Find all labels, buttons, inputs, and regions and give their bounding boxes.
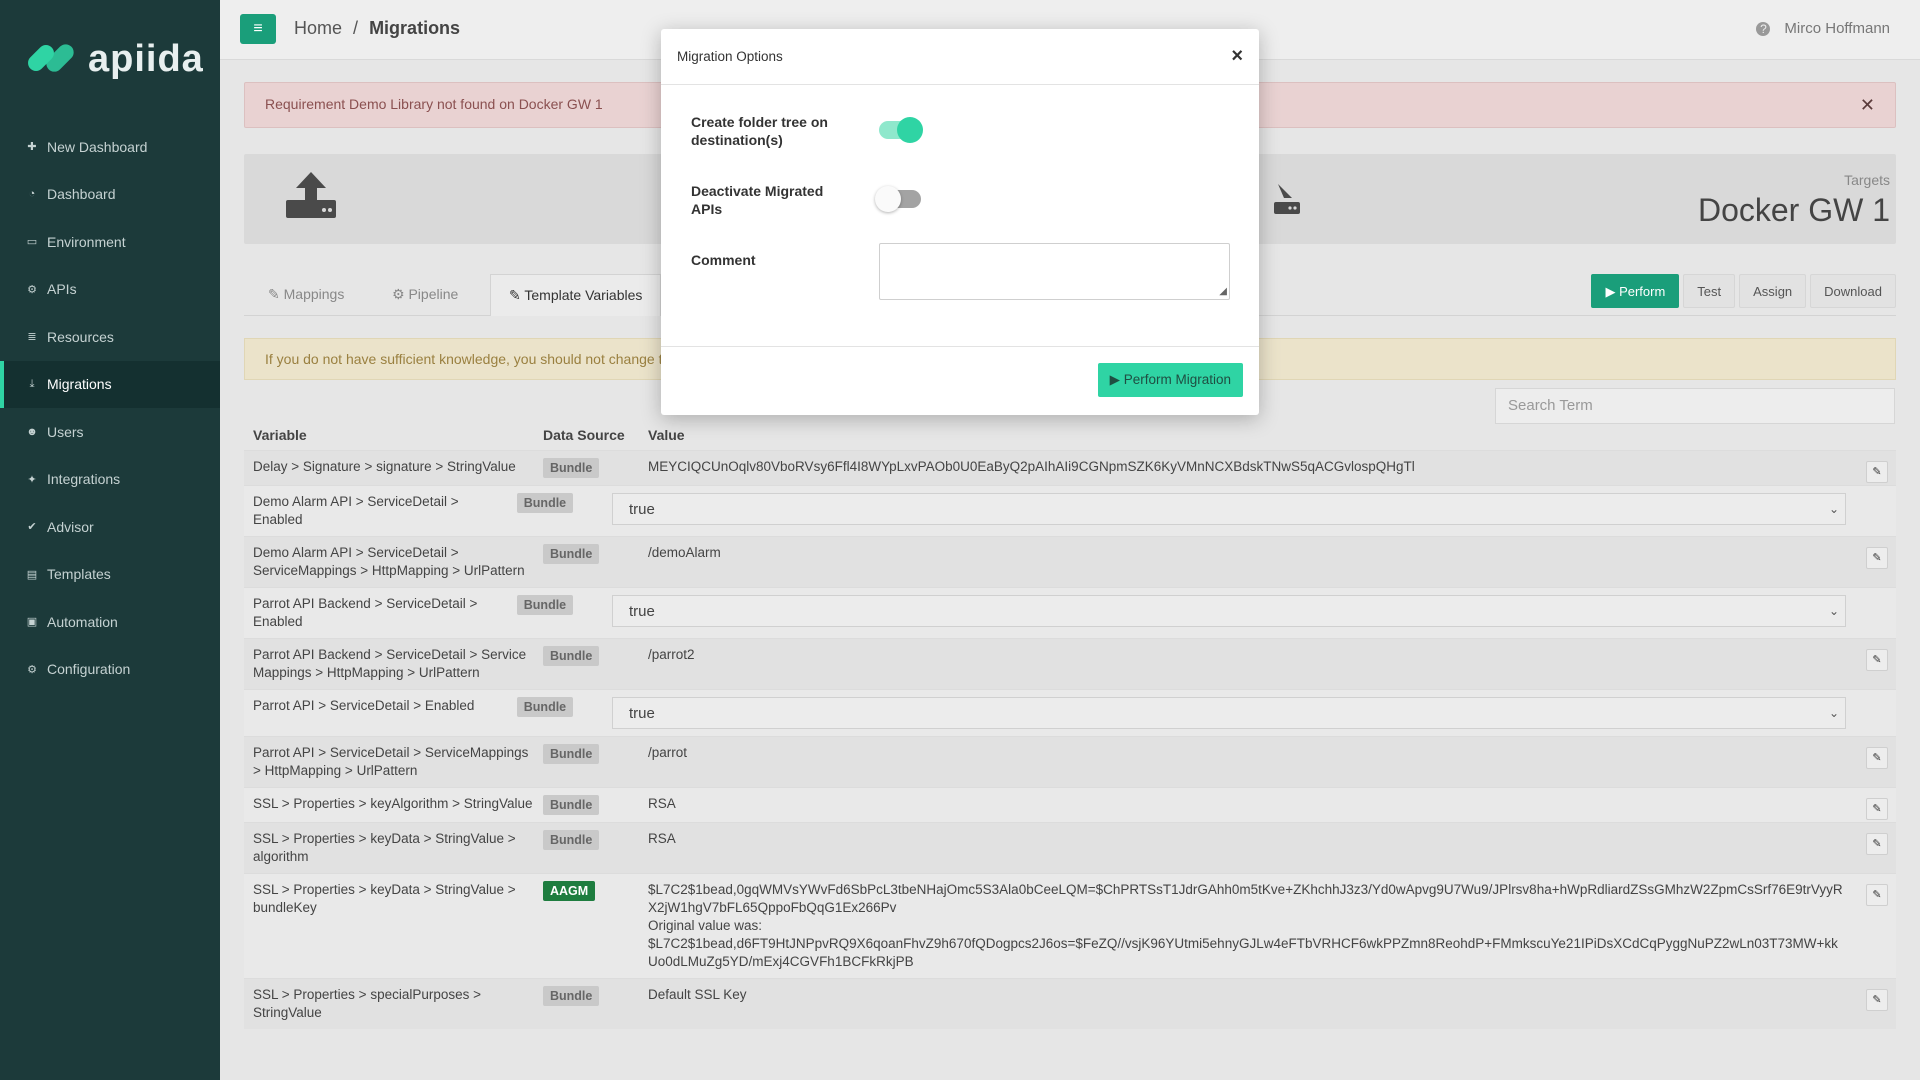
toggle-knob [875,186,901,212]
deactivate-apis-toggle[interactable] [875,186,921,212]
comment-label: Comment [691,252,756,268]
modal-header: Migration Options × [661,29,1259,85]
comment-textarea[interactable]: ◢ [879,243,1230,300]
create-folder-label: Create folder tree on destination(s) [691,114,828,148]
perform-migration-button[interactable]: ▶ Perform Migration [1097,363,1243,397]
migration-options-modal: Migration Options × Create folder tree o… [661,29,1259,415]
modal-footer: ▶ Perform Migration [661,347,1259,413]
toggle-knob [897,117,923,143]
close-icon[interactable]: × [1231,45,1243,68]
modal-body: Create folder tree on destination(s) Dea… [661,85,1259,347]
create-folder-toggle[interactable] [879,117,923,143]
modal-title: Migration Options [677,49,783,64]
deactivate-label: Deactivate Migrated APIs [691,183,824,217]
resize-grip-icon[interactable]: ◢ [1219,286,1227,297]
